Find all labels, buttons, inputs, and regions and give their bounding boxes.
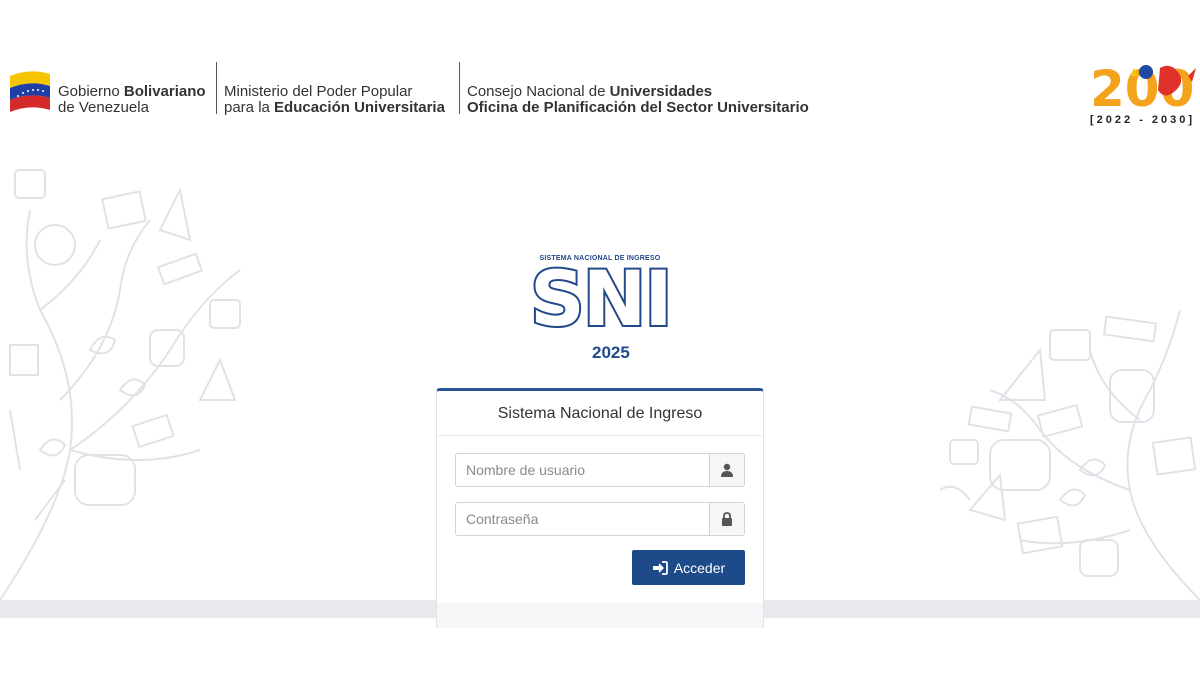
username-input[interactable] (456, 454, 709, 486)
decorative-tree-illustration (0, 169, 241, 600)
bicentennial-emblem-icon: 200 (1090, 60, 1196, 118)
bicentennial-logo: 200 [2022 - 2030] (1090, 58, 1200, 128)
username-field (455, 453, 745, 487)
lock-icon (709, 503, 744, 535)
password-input[interactable] (456, 503, 709, 535)
header-bar: Gobierno Bolivariano de Venezuela Minist… (0, 0, 1200, 150)
org-ministerio: Ministerio del Poder Popular para la Edu… (224, 83, 445, 116)
sign-in-icon (652, 560, 668, 575)
login-button[interactable]: Acceder (632, 550, 745, 585)
user-icon (709, 454, 744, 486)
sni-logo: SISTEMA NACIONAL DE INGRESO SNI 2025 (528, 254, 675, 365)
venezuela-flag-icon (10, 71, 50, 112)
years-label: [2022 - 2030] (1090, 114, 1196, 126)
login-panel: Sistema Nacional de Ingreso Acceder (436, 388, 764, 628)
sni-logo-year: 2025 (592, 343, 630, 362)
org-gobierno: Gobierno Bolivariano de Venezuela (58, 83, 206, 116)
header-divider (459, 62, 460, 114)
header-divider (216, 62, 217, 114)
login-button-label: Acceder (673, 559, 726, 576)
sni-logo-acronym: SNI (528, 254, 675, 343)
password-field (455, 502, 745, 536)
panel-footer (437, 603, 763, 628)
org-consejo: Consejo Nacional de Universidades Oficin… (467, 83, 809, 116)
login-title: Sistema Nacional de Ingreso (437, 391, 763, 436)
decorative-tree-illustration (939, 309, 1200, 600)
